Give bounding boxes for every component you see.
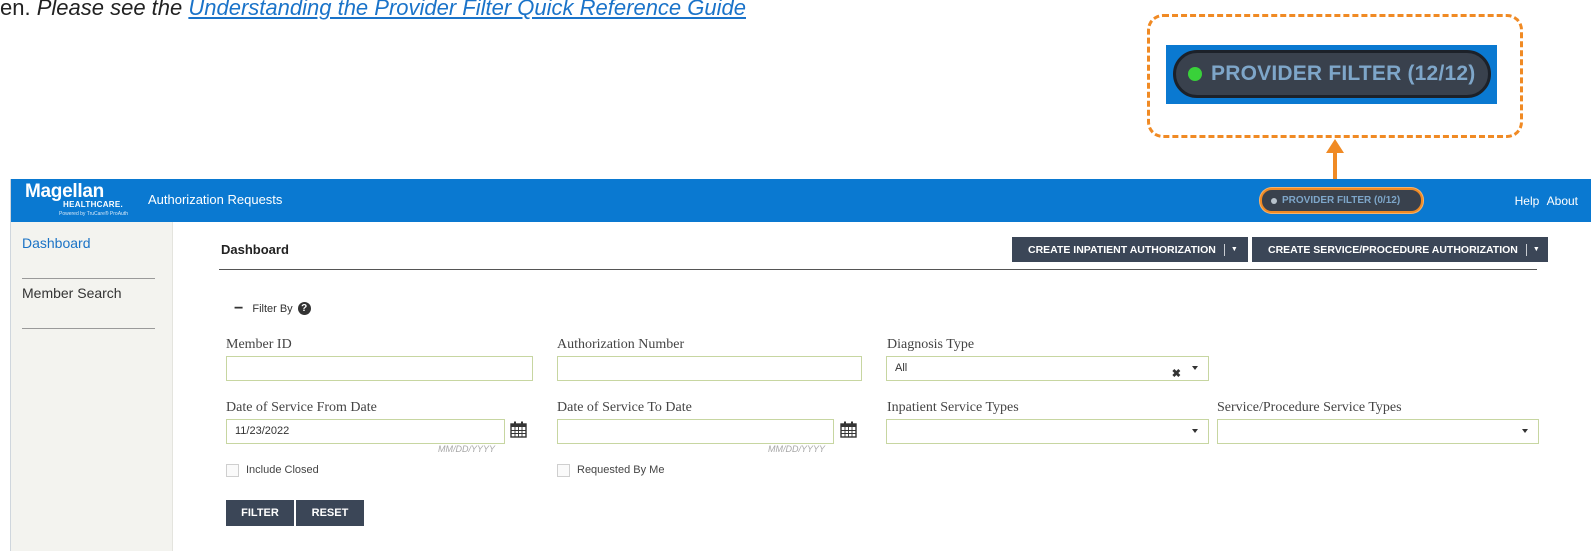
date-from-input[interactable]: 11/23/2022 xyxy=(226,419,505,444)
chevron-down-icon[interactable]: ▼ xyxy=(1533,246,1540,253)
reset-button[interactable]: RESET xyxy=(296,500,364,526)
caption-prefix: en. xyxy=(0,0,37,20)
chevron-down-icon[interactable] xyxy=(1522,429,1528,433)
provider-filter-button[interactable]: PROVIDER FILTER (0/12) xyxy=(1260,188,1423,213)
clear-icon[interactable]: ✖ xyxy=(1172,363,1181,386)
include-closed-label: Include Closed xyxy=(246,464,319,476)
main-content: Dashboard CREATE INPATIENT AUTHORIZATION… xyxy=(174,222,1591,551)
authorization-number-label: Authorization Number xyxy=(557,337,685,352)
diagnosis-type-label: Diagnosis Type xyxy=(887,337,975,352)
about-link[interactable]: About xyxy=(1547,194,1578,208)
caption-italic: Please see the xyxy=(36,0,189,20)
chevron-down-icon[interactable] xyxy=(1192,366,1198,370)
status-dot-icon xyxy=(1271,197,1277,204)
service-procedure-types-label: Service/Procedure Service Types xyxy=(1217,400,1402,415)
filter-by-toggle[interactable]: − Filter By ? xyxy=(234,299,311,317)
requested-by-me-label: Requested By Me xyxy=(577,464,665,476)
create-service-label: CREATE SERVICE/PROCEDURE AUTHORIZATION xyxy=(1268,243,1518,256)
app-title: Authorization Requests xyxy=(148,192,283,207)
sidebar-item-member-search[interactable]: Member Search xyxy=(22,280,155,329)
date-to-label: Date of Service To Date xyxy=(557,400,692,415)
date-from-label: Date of Service From Date xyxy=(226,400,377,415)
sidebar: Dashboard Member Search xyxy=(11,222,173,551)
calendar-icon[interactable] xyxy=(510,421,527,438)
document-caption: en. Please see the Understanding the Pro… xyxy=(0,0,746,23)
logo-sub: HEALTHCARE. xyxy=(63,200,124,209)
chevron-down-icon[interactable] xyxy=(1192,429,1198,433)
include-closed-checkbox[interactable] xyxy=(226,464,239,477)
logo-tagline: Powered by TruCare® ProAuth xyxy=(59,211,128,217)
app-window: Magellan HEALTHCARE. Powered by TruCare®… xyxy=(10,179,1591,551)
status-dot-icon xyxy=(1188,67,1202,81)
help-link[interactable]: Help xyxy=(1515,194,1540,208)
diagnosis-type-select[interactable]: All ✖ xyxy=(886,356,1209,381)
magellan-logo: Magellan HEALTHCARE. Powered by TruCare®… xyxy=(25,182,145,220)
inpatient-service-types-label: Inpatient Service Types xyxy=(887,400,1019,415)
title-divider xyxy=(219,269,1537,270)
filter-by-label: Filter By xyxy=(252,302,293,315)
button-separator xyxy=(1223,243,1225,256)
member-id-label: Member ID xyxy=(226,337,292,352)
filter-button[interactable]: FILTER xyxy=(226,500,294,526)
top-nav-bar: Magellan HEALTHCARE. Powered by TruCare®… xyxy=(11,179,1591,222)
top-links: Help About xyxy=(1511,194,1578,208)
calendar-icon[interactable] xyxy=(840,421,857,438)
service-procedure-types-select[interactable] xyxy=(1217,419,1539,444)
member-id-input[interactable] xyxy=(226,356,533,381)
create-inpatient-label: CREATE INPATIENT AUTHORIZATION xyxy=(1028,243,1216,256)
provider-filter-label: PROVIDER FILTER (0/12) xyxy=(1282,195,1401,206)
button-separator xyxy=(1525,243,1527,256)
provider-filter-zoom: PROVIDER FILTER (12/12) xyxy=(1166,45,1497,104)
create-service-procedure-authorization-button[interactable]: CREATE SERVICE/PROCEDURE AUTHORIZATION ▼ xyxy=(1252,237,1548,262)
create-inpatient-authorization-button[interactable]: CREATE INPATIENT AUTHORIZATION ▼ xyxy=(1012,237,1248,262)
page-title: Dashboard xyxy=(221,242,289,257)
quick-reference-guide-link[interactable]: Understanding the Provider Filter Quick … xyxy=(188,0,746,20)
requested-by-me-checkbox[interactable] xyxy=(557,464,570,477)
collapse-icon: − xyxy=(234,299,244,317)
inpatient-service-types-select[interactable] xyxy=(886,419,1209,444)
help-circle-icon[interactable]: ? xyxy=(297,302,311,315)
chevron-down-icon[interactable]: ▼ xyxy=(1231,246,1238,253)
provider-filter-zoom-label: PROVIDER FILTER (12/12) xyxy=(1211,62,1476,85)
sidebar-item-dashboard[interactable]: Dashboard xyxy=(22,230,155,279)
provider-filter-zoom-pill: PROVIDER FILTER (12/12) xyxy=(1173,50,1491,98)
diagnosis-type-value: All xyxy=(895,362,908,374)
logo-brand: Magellan xyxy=(25,181,104,202)
date-to-input[interactable] xyxy=(557,419,834,444)
date-to-hint: MM/DD/YYYY xyxy=(768,444,826,454)
authorization-number-input[interactable] xyxy=(557,356,862,381)
date-from-hint: MM/DD/YYYY xyxy=(438,444,496,454)
